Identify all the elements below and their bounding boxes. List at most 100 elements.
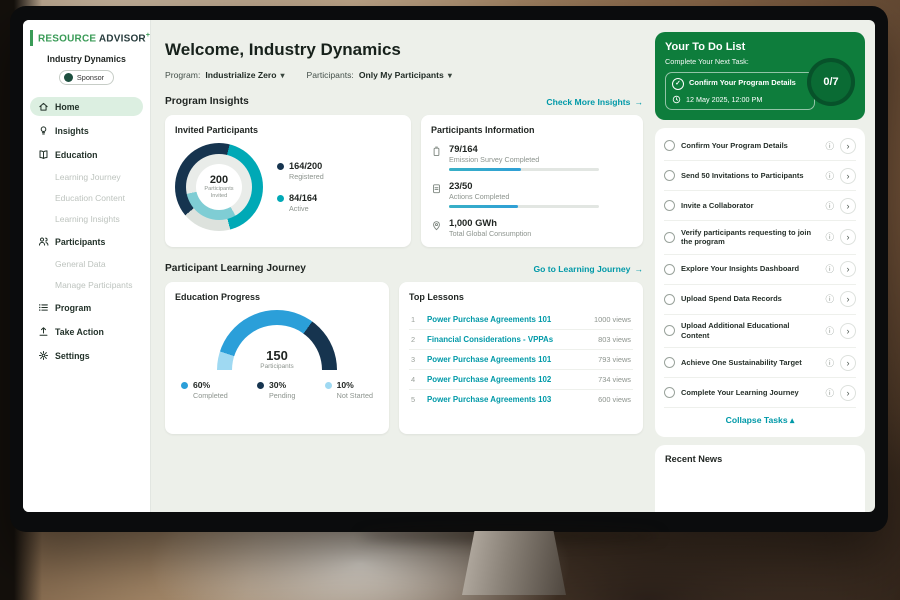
chevron-right-icon[interactable]: › (840, 168, 856, 184)
chevron-right-icon[interactable]: › (840, 323, 856, 339)
lesson-link[interactable]: Power Purchase Agreements 101 (427, 355, 590, 364)
legend-dot (181, 382, 188, 389)
lesson-rank: 1 (411, 315, 419, 324)
program-filter-label: Program: (165, 70, 200, 80)
stat-consumption: 1,000 GWh Total Global Consumption (431, 217, 633, 238)
lesson-views: 734 views (598, 375, 631, 384)
sidebar-item-label: Program (55, 303, 91, 313)
sidebar-item-learning-journey[interactable]: Learning Journey (30, 169, 143, 185)
lesson-link[interactable]: Power Purchase Agreements 101 (427, 315, 586, 324)
sidebar-item-manage-participants[interactable]: Manage Participants (30, 277, 143, 293)
brand-logo: RESOURCE ADVISOR+ (30, 30, 143, 46)
info-icon[interactable]: ⓘ (825, 170, 834, 182)
task-checkbox[interactable] (664, 325, 675, 336)
task-checkbox[interactable] (664, 387, 675, 398)
book-icon (38, 149, 49, 160)
task-row[interactable]: Upload Spend Data Records ⓘ › (664, 285, 856, 315)
stat-label: Emission Survey Completed (449, 155, 599, 164)
task-row[interactable]: Send 50 Invitations to Participants ⓘ › (664, 161, 856, 191)
sidebar-item-take-action[interactable]: Take Action (30, 322, 143, 341)
task-label: Confirm Your Program Details (681, 141, 819, 151)
program-filter-dropdown[interactable]: Industrialize Zero ▾ (205, 70, 284, 80)
sidebar-item-settings[interactable]: Settings (30, 346, 143, 365)
card-title: Top Lessons (409, 292, 633, 302)
filter-bar: Program: Industrialize Zero ▾ Participan… (165, 70, 643, 80)
lesson-link[interactable]: Financial Considerations - VPPAs (427, 335, 590, 344)
sidebar-item-education-content[interactable]: Education Content (30, 190, 143, 206)
legend-value: 30% (269, 380, 295, 390)
legend-label: Not Started (337, 391, 373, 400)
card-title: Education Progress (175, 292, 379, 302)
legend-dot (325, 382, 332, 389)
info-icon[interactable]: ⓘ (825, 325, 834, 337)
clipboard-icon (431, 180, 442, 208)
task-row[interactable]: Verify participants requesting to join t… (664, 221, 856, 255)
check-more-insights-link[interactable]: Check More Insights → (546, 97, 643, 107)
info-icon[interactable]: ⓘ (825, 200, 834, 212)
task-checkbox[interactable] (664, 232, 675, 243)
stat-value: 1,000 GWh (449, 217, 531, 228)
next-task-box[interactable]: ✓ Confirm Your Program Details 12 May 20… (665, 72, 815, 110)
chevron-right-icon[interactable]: › (840, 291, 856, 307)
sidebar-item-label: Settings (55, 351, 90, 361)
task-checkbox[interactable] (664, 264, 675, 275)
chevron-down-icon: ▾ (281, 71, 285, 80)
task-label: Upload Additional Educational Content (681, 321, 819, 341)
info-icon[interactable]: ⓘ (825, 263, 834, 275)
sidebar-item-general-data[interactable]: General Data (30, 256, 143, 272)
collapse-tasks-link[interactable]: Collapse Tasks ▴ (664, 408, 856, 434)
invited-participants-card: Invited Participants 200 Participants In… (165, 115, 411, 247)
lesson-rank: 5 (411, 395, 419, 404)
task-row[interactable]: Explore Your Insights Dashboard ⓘ › (664, 255, 856, 285)
lesson-link[interactable]: Power Purchase Agreements 103 (427, 395, 590, 404)
legend-value: 164/200 (289, 161, 324, 171)
task-checkbox[interactable] (664, 200, 675, 211)
lesson-views: 803 views (598, 335, 631, 344)
sidebar-item-participants[interactable]: Participants (30, 232, 143, 251)
chevron-right-icon[interactable]: › (840, 138, 856, 154)
task-checkbox[interactable] (664, 140, 675, 151)
program-insights-title: Program Insights (165, 96, 249, 107)
task-row[interactable]: Upload Additional Educational Content ⓘ … (664, 315, 856, 349)
participants-filter-label: Participants: (307, 70, 354, 80)
info-icon[interactable]: ⓘ (825, 387, 834, 399)
lesson-rank: 2 (411, 335, 419, 344)
task-checkbox[interactable] (664, 357, 675, 368)
chevron-right-icon[interactable]: › (840, 229, 856, 245)
info-icon[interactable]: ⓘ (825, 357, 834, 369)
sidebar-item-home[interactable]: Home (30, 97, 143, 116)
education-gauge-chart: 150 Participants (217, 310, 337, 370)
task-label: Achieve One Sustainability Target (681, 358, 819, 368)
lesson-link[interactable]: Power Purchase Agreements 102 (427, 375, 590, 384)
sidebar-item-label: Take Action (55, 327, 104, 337)
task-row[interactable]: Confirm Your Program Details ⓘ › (664, 131, 856, 161)
chevron-right-icon[interactable]: › (840, 261, 856, 277)
task-row[interactable]: Invite a Collaborator ⓘ › (664, 191, 856, 221)
legend-value: 10% (337, 380, 373, 390)
chevron-right-icon[interactable]: › (840, 385, 856, 401)
sponsor-badge[interactable]: Sponsor (59, 70, 114, 85)
chevron-right-icon[interactable]: › (840, 355, 856, 371)
lesson-row: 3 Power Purchase Agreements 101 793 view… (409, 350, 633, 370)
sidebar-item-label: General Data (55, 259, 106, 269)
sidebar-item-program[interactable]: Program (30, 298, 143, 317)
task-checkbox[interactable] (664, 294, 675, 305)
progress-bar (449, 205, 599, 208)
chevron-right-icon[interactable]: › (840, 198, 856, 214)
legend-label: Active (289, 204, 324, 213)
task-checkbox[interactable] (664, 170, 675, 181)
info-icon[interactable]: ⓘ (825, 293, 834, 305)
task-row[interactable]: Achieve One Sustainability Target ⓘ › (664, 348, 856, 378)
sidebar-item-education[interactable]: Education (30, 145, 143, 164)
legend-pending: 30% Pending (257, 380, 295, 400)
task-row[interactable]: Complete Your Learning Journey ⓘ › (664, 378, 856, 408)
info-icon[interactable]: ⓘ (825, 140, 834, 152)
sidebar-item-insights[interactable]: Insights (30, 121, 143, 140)
participants-filter-dropdown[interactable]: Only My Participants ▾ (359, 70, 452, 80)
gauge-center-label: Participants (260, 363, 293, 370)
sponsor-badge-label: Sponsor (77, 73, 104, 82)
go-to-learning-journey-link[interactable]: Go to Learning Journey → (533, 264, 643, 274)
sidebar-item-learning-insights[interactable]: Learning Insights (30, 211, 143, 227)
todo-progress-value: 0/7 (823, 76, 838, 88)
info-icon[interactable]: ⓘ (825, 231, 834, 243)
